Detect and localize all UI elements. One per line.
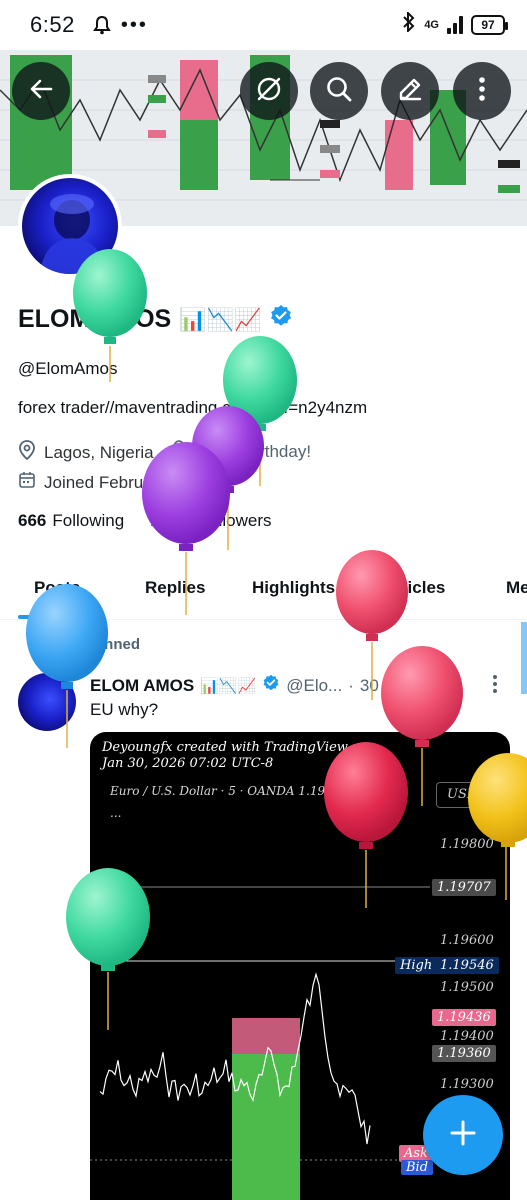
following-label: Following — [52, 511, 125, 530]
tab-replies[interactable]: Replies — [145, 566, 205, 598]
price-tag-grey: 1.19360 — [432, 1045, 496, 1062]
tab-posts[interactable]: Posts — [34, 566, 80, 598]
profile-tabs: Posts Replies Highlights Articles Me — [0, 566, 527, 620]
tweet-author-handle: @Elo... — [286, 675, 343, 695]
price-label: 1.19300 — [440, 1077, 494, 1092]
price-tag-bid: Bid — [401, 1160, 434, 1175]
status-overflow-dots: ••• — [120, 13, 148, 36]
price-label: 1.19800 — [440, 837, 494, 852]
price-tag-high: 1.19546 — [435, 957, 499, 974]
tweet-author-name[interactable]: ELOM AMOS — [90, 676, 194, 696]
location-row: Lagos, Nigeria — [18, 440, 154, 465]
location-pin-icon — [18, 440, 36, 465]
grok-icon — [254, 74, 284, 109]
followers-link[interactable]: 1,153 Followers — [150, 511, 271, 531]
bio-text: forex trader// — [18, 398, 115, 417]
grok-icon[interactable] — [425, 673, 445, 698]
location-text: Lagos, Nigeria — [44, 442, 154, 462]
status-right-group: 4G 97 — [402, 10, 508, 38]
pin-icon — [56, 634, 74, 659]
chart-symbol-title-more: ... — [110, 806, 122, 820]
tweet-more-icon[interactable] — [492, 674, 498, 694]
joined-row: Joined February 2022 — [18, 471, 209, 494]
tab-highlights[interactable]: Highlights — [252, 566, 335, 598]
plus-icon — [448, 1118, 478, 1153]
price-label: 1.19600 — [440, 933, 494, 948]
network-type: 4G — [424, 19, 439, 31]
follow-stats: 666 Following 1,153 Followers — [18, 511, 271, 531]
balloon-icon — [172, 440, 186, 463]
back-arrow-icon — [27, 75, 55, 108]
currency-button: USD — [436, 782, 496, 808]
calendar-icon — [18, 471, 36, 494]
more-vertical-icon — [477, 74, 487, 109]
birthday-row: Happy birthday! — [172, 440, 311, 463]
tab-articles[interactable]: Articles — [383, 566, 445, 598]
tab-active-indicator — [18, 615, 98, 619]
profile-bio: forex trader//maventrading.com/?ref=n2y4… — [18, 398, 367, 418]
edit-button[interactable] — [381, 62, 439, 120]
pinned-label: Pinned — [90, 636, 141, 653]
following-link[interactable]: 666 Following — [18, 511, 124, 531]
followers-label: Followers — [198, 511, 272, 530]
status-time: 6:52 — [30, 12, 75, 37]
search-button[interactable] — [310, 62, 368, 120]
status-bar: 6:52 ••• 4G 97 — [0, 0, 527, 50]
compose-button[interactable] — [423, 1095, 503, 1175]
price-label: 1.19500 — [440, 980, 494, 995]
profile-name-row: ELOM AMOS 📊📉📈 — [18, 304, 293, 335]
scroll-edge-indicator — [521, 622, 527, 694]
tab-media[interactable]: Me — [506, 566, 527, 598]
price-tag-last: 1.19707 — [432, 879, 496, 896]
watermark-line-2: Jan 30, 2026 07:02 UTC-8 — [102, 756, 274, 771]
price-tag-high-label: High — [395, 957, 438, 974]
profile-name-emojis: 📊📉📈 — [179, 306, 262, 332]
verified-badge-icon[interactable] — [269, 304, 293, 335]
chart-symbol-title: Euro / U.S. Dollar · 5 · OANDA 1.19140..… — [110, 784, 360, 798]
bluetooth-icon — [402, 10, 416, 38]
notification-bell-icon — [92, 15, 111, 35]
battery-indicator: 97 — [471, 15, 508, 35]
birthday-text: Happy birthday! — [192, 441, 312, 461]
more-button[interactable] — [453, 62, 511, 120]
watermark-line-1: Deyoungfx created with TradingView.com, — [102, 740, 383, 755]
tweet-verified-icon — [262, 674, 280, 697]
tweet-text: EU why? — [90, 700, 159, 719]
grok-button[interactable] — [240, 62, 298, 120]
back-button[interactable] — [12, 62, 70, 120]
following-count: 666 — [18, 511, 47, 530]
tweet-header: ELOM AMOS 📊📉📈 @Elo... · 30 Jan — [90, 673, 445, 698]
edit-icon — [395, 74, 425, 109]
profile-avatar[interactable] — [18, 174, 122, 278]
followers-count: 1,153 — [150, 511, 193, 530]
tweet-separator: · — [348, 675, 354, 695]
joined-text: Joined February 2022 — [44, 472, 210, 492]
profile-handle: @ElomAmos — [18, 359, 118, 378]
profile-name: ELOM AMOS — [18, 305, 172, 333]
search-icon — [324, 74, 354, 109]
tweet-author-avatar[interactable] — [18, 673, 76, 731]
signal-icon — [447, 16, 463, 34]
price-label: 1.19400 — [440, 1029, 494, 1044]
bio-link[interactable]: maventrading.com/?ref=n2y4nzm — [114, 398, 367, 417]
price-tag-pink: 1.19436 — [432, 1009, 496, 1026]
tweet-author-emojis: 📊📉📈 — [200, 677, 257, 695]
tweet-time: 30 Jan — [359, 675, 411, 695]
